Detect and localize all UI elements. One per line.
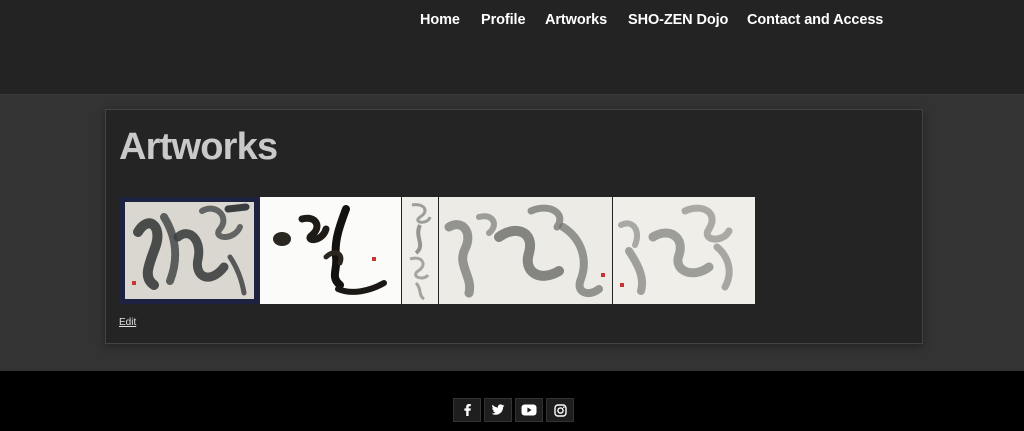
instagram-button[interactable]	[546, 398, 574, 422]
nav-artworks[interactable]: Artworks	[545, 11, 607, 29]
nav-contact-and-access[interactable]: Contact and Access	[747, 11, 883, 29]
site-header: Home Profile Artworks SHO-ZEN Dojo Conta…	[0, 0, 1024, 95]
nav-profile[interactable]: Profile	[481, 11, 526, 29]
facebook-icon	[464, 404, 471, 416]
facebook-button[interactable]	[453, 398, 481, 422]
gallery-item-2[interactable]	[260, 197, 401, 304]
calligraphy-artwork-4-image	[439, 197, 612, 304]
calligraphy-artwork-2-image	[260, 197, 401, 304]
page-title: Artworks	[119, 126, 278, 168]
calligraphy-artwork-1-image	[120, 197, 259, 304]
gallery-item-5[interactable]	[613, 197, 755, 304]
nav-home[interactable]: Home	[420, 11, 460, 29]
gallery-item-3[interactable]	[402, 197, 438, 304]
content-card: Artworks Edit	[105, 109, 923, 344]
twitter-icon	[491, 404, 505, 415]
site-footer	[0, 371, 1024, 431]
youtube-icon	[521, 404, 537, 416]
calligraphy-artwork-5-image	[613, 197, 755, 304]
edit-link[interactable]: Edit	[119, 317, 136, 329]
gallery-item-1[interactable]	[120, 197, 259, 304]
calligraphy-artwork-3-image	[402, 197, 438, 304]
youtube-button[interactable]	[515, 398, 543, 422]
instagram-icon	[553, 403, 567, 417]
content-area: Artworks Edit	[0, 95, 1024, 371]
gallery-item-4[interactable]	[439, 197, 612, 304]
twitter-button[interactable]	[484, 398, 512, 422]
nav-sho-zen-dojo[interactable]: SHO-ZEN Dojo	[628, 11, 728, 29]
